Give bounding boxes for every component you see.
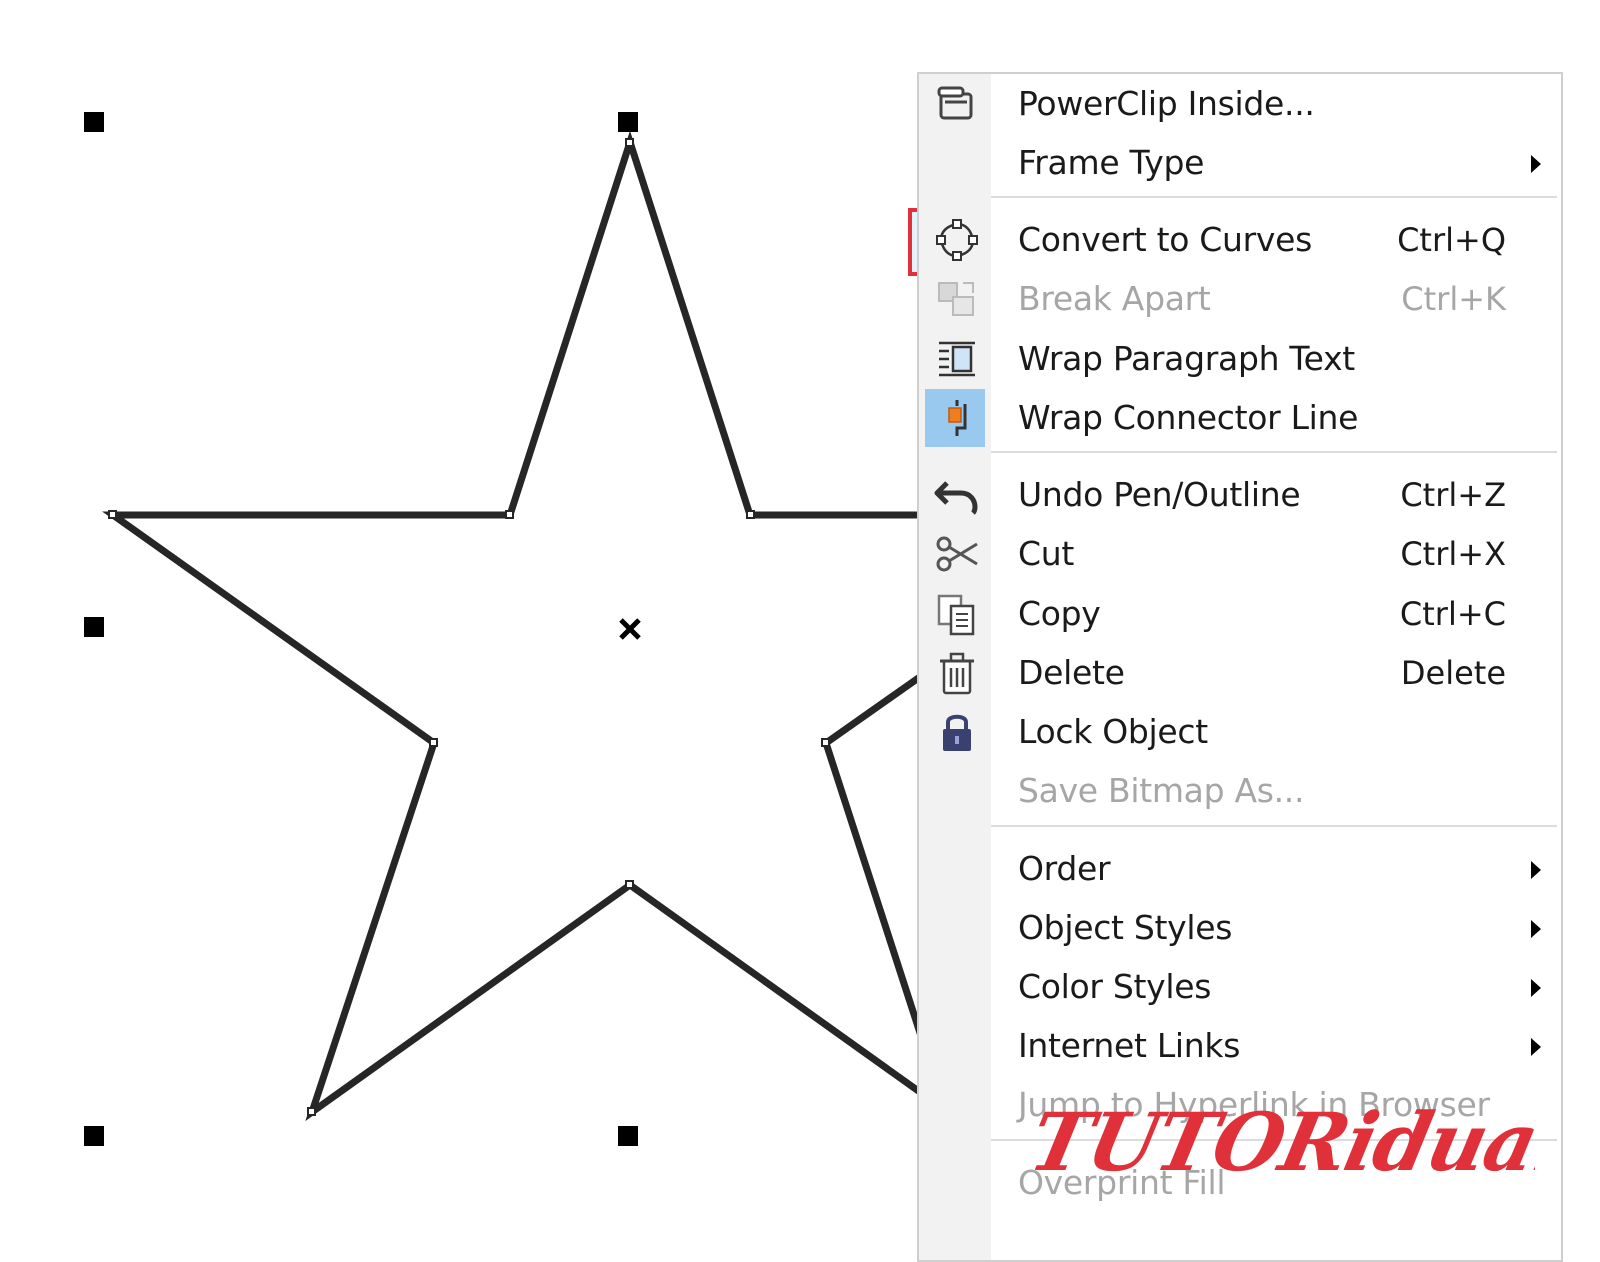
trash-icon: [927, 649, 987, 697]
menu-item-overprint-fill: Overprint Fill: [919, 1153, 1561, 1213]
node-point: [429, 738, 438, 747]
powerclip-icon: [927, 80, 987, 128]
menu-item-label: Undo Pen/Outline: [1018, 475, 1301, 514]
menu-item-label: Internet Links: [1018, 1026, 1241, 1065]
menu-item-convert-curves[interactable]: Convert to Curves Ctrl+Q: [919, 210, 1561, 270]
wrap-connector-icon: [927, 394, 987, 442]
menu-item-label: Overprint Fill: [1018, 1163, 1226, 1202]
menu-item-delete[interactable]: Delete Delete: [919, 643, 1561, 703]
undo-icon: [927, 471, 987, 519]
menu-separator: [991, 196, 1557, 198]
submenu-arrow-icon: [1531, 155, 1541, 173]
menu-item-wrap-paragraph[interactable]: Wrap Paragraph Text: [919, 329, 1561, 389]
menu-item-wrap-connector[interactable]: Wrap Connector Line: [919, 388, 1561, 448]
menu-item-frame-type[interactable]: Frame Type: [919, 133, 1561, 193]
submenu-arrow-icon: [1531, 1038, 1541, 1056]
break-apart-icon: [927, 275, 987, 323]
menu-item-object-styles[interactable]: Object Styles: [919, 898, 1561, 958]
menu-item-shortcut: Ctrl+Z: [1400, 476, 1506, 514]
node-point: [505, 510, 514, 519]
menu-item-copy[interactable]: Copy Ctrl+C: [919, 584, 1561, 644]
menu-item-label: Cut: [1018, 534, 1074, 573]
node-point: [108, 510, 117, 519]
wrap-paragraph-icon: [927, 335, 987, 383]
menu-separator: [991, 451, 1557, 453]
menu-item-break-apart: Break Apart Ctrl+K: [919, 269, 1561, 329]
menu-item-undo[interactable]: Undo Pen/Outline Ctrl+Z: [919, 465, 1561, 525]
menu-item-label: Object Styles: [1018, 908, 1233, 947]
menu-separator: [991, 825, 1557, 827]
handle-top-left: [84, 112, 104, 132]
node-point: [625, 138, 634, 147]
menu-item-jump-hyperlink: Jump to Hyperlink in Browser: [919, 1075, 1561, 1135]
menu-item-label: Save Bitmap As...: [1018, 771, 1305, 810]
node-point: [307, 1107, 316, 1116]
menu-separator: [991, 1139, 1557, 1141]
handle-middle-left: [84, 617, 104, 637]
menu-item-save-bitmap: Save Bitmap As...: [919, 761, 1561, 821]
node-point: [821, 738, 830, 747]
menu-item-label: Frame Type: [1018, 143, 1205, 182]
submenu-arrow-icon: [1531, 861, 1541, 879]
handle-top-center: [618, 112, 638, 132]
menu-item-shortcut: Ctrl+K: [1401, 280, 1506, 318]
menu-item-label: Wrap Connector Line: [1018, 398, 1359, 437]
menu-item-shortcut: Ctrl+Q: [1397, 221, 1506, 259]
menu-item-shortcut: Delete: [1400, 654, 1506, 692]
menu-item-label: Copy: [1018, 594, 1101, 633]
menu-item-order[interactable]: Order: [919, 839, 1561, 899]
node-point: [746, 510, 755, 519]
menu-item-cut[interactable]: Cut Ctrl+X: [919, 524, 1561, 584]
menu-item-shortcut: Ctrl+X: [1400, 535, 1506, 573]
context-menu: PowerClip Inside... Frame Type Convert to …: [917, 72, 1563, 1262]
menu-item-lock[interactable]: Lock Object: [919, 702, 1561, 762]
menu-item-color-styles[interactable]: Color Styles: [919, 957, 1561, 1017]
handle-bottom-left: [84, 1126, 104, 1146]
handle-bottom-center: [618, 1126, 638, 1146]
menu-item-label: Color Styles: [1018, 967, 1212, 1006]
menu-item-internet-links[interactable]: Internet Links: [919, 1016, 1561, 1076]
scissors-icon: [927, 530, 987, 578]
menu-item-label: PowerClip Inside...: [1018, 84, 1315, 123]
node-point: [625, 880, 634, 889]
menu-item-label: Wrap Paragraph Text: [1018, 339, 1355, 378]
lock-icon: [927, 708, 987, 756]
menu-item-label: Delete: [1018, 653, 1125, 692]
copy-icon: [927, 590, 987, 638]
submenu-arrow-icon: [1531, 920, 1541, 938]
convert-to-curves-icon: [927, 216, 987, 264]
menu-item-label: Break Apart: [1018, 279, 1211, 318]
submenu-arrow-icon: [1531, 979, 1541, 997]
menu-item-shortcut: Ctrl+C: [1399, 595, 1506, 633]
selection-handles[interactable]: [84, 112, 638, 1146]
menu-item-label: Convert to Curves: [1018, 220, 1313, 259]
star-nodes: [108, 138, 830, 1116]
center-mark-icon[interactable]: [619, 618, 641, 640]
menu-item-label: Lock Object: [1018, 712, 1208, 751]
menu-item-powerclip[interactable]: PowerClip Inside...: [919, 74, 1561, 134]
menu-item-label: Jump to Hyperlink in Browser: [1018, 1085, 1490, 1124]
menu-item-label: Order: [1018, 849, 1111, 888]
